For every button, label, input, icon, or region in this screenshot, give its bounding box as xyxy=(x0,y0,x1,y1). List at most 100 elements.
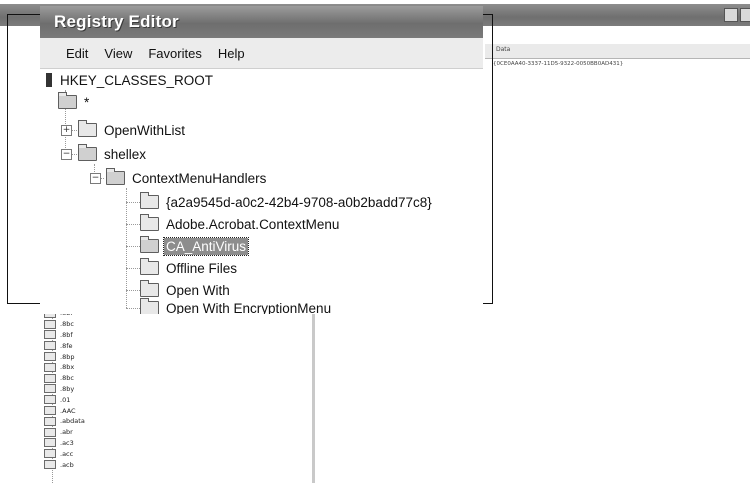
expand-plus-icon[interactable]: + xyxy=(61,125,72,136)
background-tree-item[interactable]: .8bf xyxy=(44,330,314,341)
maximize-icon[interactable] xyxy=(740,8,750,22)
folder-icon xyxy=(140,280,159,297)
tree-node-handler[interactable]: Offline Files xyxy=(140,258,239,278)
folder-icon xyxy=(78,120,97,137)
tree-node-label: Open With xyxy=(166,282,230,298)
folder-icon xyxy=(44,362,56,372)
column-header-data[interactable]: Data xyxy=(496,46,510,53)
tree-node-handler[interactable]: {a2a9545d-a0c2-42b4-9708-a0b2badd77c8} xyxy=(140,192,434,212)
tree-node-label: OpenWithList xyxy=(104,122,186,138)
title-bar: Registry Editor xyxy=(40,6,483,38)
background-tree-label: .8bc xyxy=(60,320,74,329)
tree-node-handler-selected[interactable]: CA_AntiVirus xyxy=(140,236,250,256)
background-tree-item[interactable]: .acb xyxy=(44,459,314,470)
tree-connector-line xyxy=(126,268,140,269)
folder-icon xyxy=(44,416,56,426)
folder-icon xyxy=(140,192,159,209)
menu-favorites[interactable]: Favorites xyxy=(148,46,201,61)
values-pane xyxy=(485,26,750,483)
tree-connector-line xyxy=(126,224,140,225)
background-tree-label: .8bp xyxy=(60,352,75,361)
background-tree-item[interactable]: .ac3 xyxy=(44,438,314,449)
folder-icon xyxy=(44,460,56,470)
folder-icon xyxy=(140,258,159,275)
tree-connector-line xyxy=(126,202,140,203)
background-tree-item[interactable]: .01 xyxy=(44,394,314,405)
folder-icon xyxy=(44,384,56,394)
background-tree-item[interactable]: .8by xyxy=(44,384,314,395)
tree-node-contextmenuhandlers[interactable]: ContextMenuHandlers xyxy=(106,168,268,188)
background-tree-item[interactable]: .AAC xyxy=(44,405,314,416)
folder-icon xyxy=(44,319,56,329)
tree-node-label: Adobe.Acrobat.ContextMenu xyxy=(166,216,340,232)
background-tree-label: .8bc xyxy=(60,374,74,383)
background-tree-list: .8bi.8bc.8bf.8fe.8bp.8bx.8bc.8by.01.AAC.… xyxy=(44,308,314,470)
tree-node-label: shellex xyxy=(104,146,147,162)
tree-connector-line xyxy=(126,308,140,309)
value-data-text: {0CE0AA40-3337-11D5-9322-0050BB0AD431} xyxy=(493,61,624,67)
background-tree-item[interactable]: .abr xyxy=(44,427,314,438)
background-tree-label: .AAC xyxy=(60,406,76,415)
background-tree-label: .8by xyxy=(60,384,75,393)
background-tree-label: .acc xyxy=(60,449,74,458)
tree-node-handler[interactable]: Open With xyxy=(140,280,232,300)
background-tree-label: .8bx xyxy=(60,363,75,372)
column-header-bar xyxy=(485,44,750,59)
collapse-minus-icon[interactable]: − xyxy=(61,149,72,160)
computer-icon xyxy=(46,73,52,87)
collapse-minus-icon[interactable]: − xyxy=(90,173,101,184)
tree-connector-line xyxy=(126,246,140,247)
tree-node-label: Offline Files xyxy=(166,260,238,276)
tree-connector-line xyxy=(126,290,140,291)
folder-icon xyxy=(44,373,56,383)
folder-open-icon xyxy=(78,144,97,161)
background-tree-label: .ac3 xyxy=(60,438,74,447)
background-tree-item[interactable]: .8bc xyxy=(44,319,314,330)
background-tree-label: .acb xyxy=(60,460,74,469)
tree-node-openwithlist[interactable]: OpenWithList xyxy=(78,120,187,140)
background-tree-item[interactable]: .8bc xyxy=(44,373,314,384)
folder-icon xyxy=(140,214,159,231)
tree-node-label: {a2a9545d-a0c2-42b4-9708-a0b2badd77c8} xyxy=(166,194,432,210)
background-tree-label: .01 xyxy=(60,395,71,404)
background-tree-label: .abdata xyxy=(60,417,85,426)
menu-view[interactable]: View xyxy=(104,46,132,61)
background-tree-item[interactable]: .8fe xyxy=(44,340,314,351)
folder-icon xyxy=(44,406,56,416)
background-tree-item[interactable]: .abdata xyxy=(44,416,314,427)
folder-icon xyxy=(44,330,56,340)
registry-editor-zoom: Registry Editor Edit View Favorites Help… xyxy=(40,6,483,314)
menu-edit[interactable]: Edit xyxy=(66,46,88,61)
folder-icon xyxy=(44,395,56,405)
folder-icon xyxy=(44,341,56,351)
folder-icon xyxy=(44,438,56,448)
tree-node-label: Open With EncryptionMenu xyxy=(166,300,332,315)
tree-node-label: ContextMenuHandlers xyxy=(132,170,267,186)
tree-node-label: * xyxy=(84,94,90,110)
background-tree-item[interactable]: .8bp xyxy=(44,351,314,362)
folder-icon xyxy=(140,298,159,314)
background-tree-label: .abr xyxy=(60,428,73,437)
folder-open-icon xyxy=(140,236,159,253)
background-tree-label: .8fe xyxy=(60,341,73,350)
folder-icon xyxy=(44,449,56,459)
callout-bracket-left xyxy=(7,14,42,304)
minimize-icon[interactable] xyxy=(724,8,738,22)
folder-icon xyxy=(44,427,56,437)
tree-node-label: HKEY_CLASSES_ROOT xyxy=(60,72,214,88)
folder-open-icon xyxy=(106,168,125,185)
tree-node-root[interactable]: HKEY_CLASSES_ROOT xyxy=(46,70,215,90)
background-tree-label: .8bf xyxy=(60,330,73,339)
tree-node-handler[interactable]: Adobe.Acrobat.ContextMenu xyxy=(140,214,341,234)
menu-bar: Edit View Favorites Help xyxy=(40,38,483,69)
tree-node-star[interactable]: * xyxy=(58,92,91,112)
window-title: Registry Editor xyxy=(54,12,179,31)
menu-help[interactable]: Help xyxy=(218,46,245,61)
background-tree-item[interactable]: .8bx xyxy=(44,362,314,373)
folder-open-icon xyxy=(58,92,77,109)
background-tree-item[interactable]: .acc xyxy=(44,448,314,459)
tree-node-shellex[interactable]: shellex xyxy=(78,144,148,164)
registry-tree: HKEY_CLASSES_ROOT * + OpenWithList − she… xyxy=(40,68,483,314)
tree-node-handler[interactable]: Open With EncryptionMenu xyxy=(140,298,333,314)
tree-node-label-selected: CA_AntiVirus xyxy=(162,236,250,256)
